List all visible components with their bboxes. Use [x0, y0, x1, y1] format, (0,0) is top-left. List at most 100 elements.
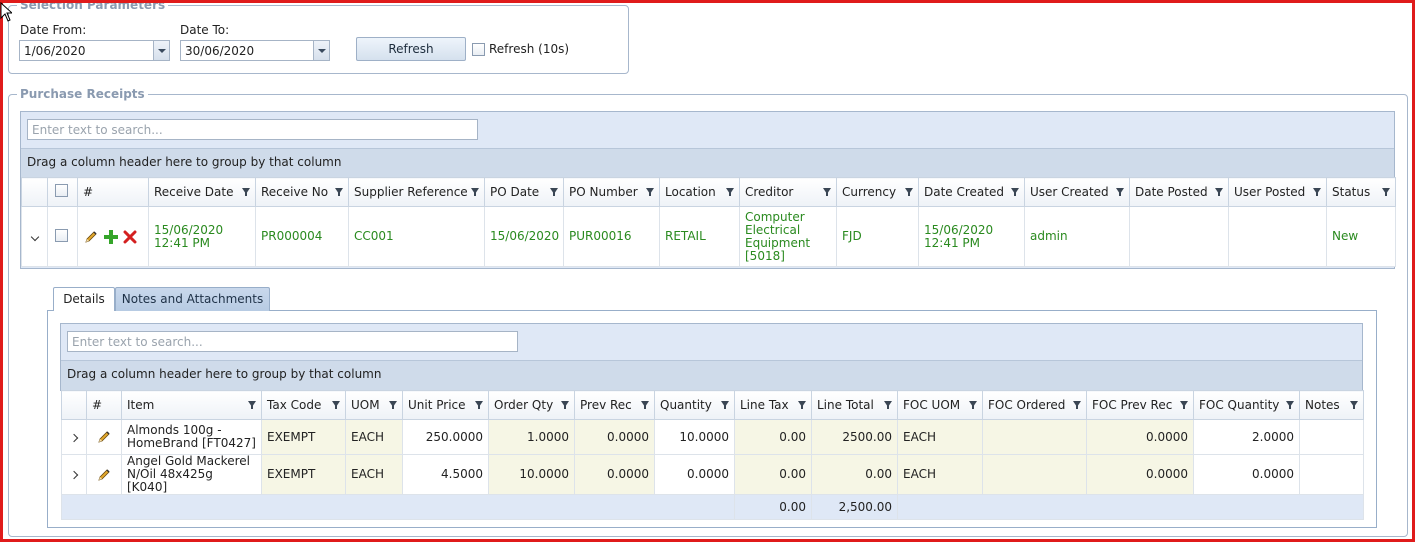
receipts-search-input[interactable]: Enter text to search... [27, 119, 478, 140]
refresh-button[interactable]: Refresh [356, 37, 466, 61]
detail-group-panel[interactable]: Drag a column header here to group by th… [61, 360, 1362, 391]
table-row[interactable]: Angel Gold Mackerel N/Oil 48x425g [K040]… [61, 454, 1364, 495]
column-header[interactable]: Date Posted [1129, 177, 1229, 207]
receipts-group-panel[interactable]: Drag a column header here to group by th… [21, 148, 1394, 178]
collapse-row-toggle[interactable] [21, 206, 48, 267]
pencil-edit-icon[interactable] [83, 229, 99, 245]
uom-cell[interactable]: EACH [345, 419, 403, 455]
chevron-right-icon[interactable] [69, 433, 79, 442]
notes-cell[interactable] [1299, 419, 1364, 455]
pencil-edit-icon[interactable] [96, 429, 112, 445]
filter-icon[interactable] [1116, 188, 1124, 196]
date-to-dropdown-icon[interactable] [313, 41, 329, 60]
order-qty-cell[interactable]: 1.0000 [488, 419, 575, 455]
filter-icon[interactable] [561, 401, 569, 409]
prev-rec-cell[interactable]: 0.0000 [574, 419, 655, 455]
table-row[interactable]: 15/06/2020 12:41 PM PR000004 CC001 15/06… [21, 206, 1396, 267]
date-from-picker[interactable]: 1/06/2020 [19, 40, 170, 61]
row-checkbox[interactable] [55, 228, 68, 242]
filter-icon[interactable] [471, 188, 479, 196]
column-header[interactable]: # [86, 390, 122, 420]
prev-rec-cell[interactable]: 0.0000 [574, 454, 655, 495]
line-total-cell[interactable]: 0.00 [811, 454, 898, 495]
row-edit-cell[interactable] [86, 454, 122, 495]
filter-icon[interactable] [242, 188, 250, 196]
filter-icon[interactable] [905, 188, 913, 196]
column-header[interactable]: User Posted [1228, 177, 1327, 207]
pencil-edit-icon[interactable] [96, 467, 112, 483]
foc-quantity-cell[interactable]: 2.0000 [1193, 419, 1300, 455]
column-header[interactable]: Receive Date [148, 177, 256, 207]
quantity-cell[interactable]: 10.0000 [654, 419, 735, 455]
filter-icon[interactable] [475, 401, 483, 409]
column-header[interactable]: Receive No [255, 177, 349, 207]
filter-icon[interactable] [1215, 188, 1223, 196]
chevron-down-icon[interactable] [30, 232, 40, 242]
detail-search-input[interactable]: Enter text to search... [67, 331, 518, 352]
filter-icon[interactable] [389, 401, 397, 409]
foc-prev-rec-cell[interactable]: 0.0000 [1086, 454, 1194, 495]
column-header[interactable]: FOC Quantity [1193, 390, 1300, 420]
filter-icon[interactable] [1286, 401, 1294, 409]
filter-icon[interactable] [798, 401, 806, 409]
row-select-cell[interactable] [47, 206, 78, 267]
date-from-dropdown-icon[interactable] [153, 41, 169, 60]
column-header[interactable]: FOC Ordered [982, 390, 1087, 420]
filter-icon[interactable] [646, 188, 654, 196]
foc-uom-cell[interactable]: EACH [897, 454, 983, 495]
column-header[interactable]: PO Date [484, 177, 564, 207]
filter-icon[interactable] [1313, 188, 1321, 196]
line-tax-cell[interactable]: 0.00 [734, 454, 812, 495]
foc-ordered-cell[interactable] [982, 454, 1087, 495]
line-total-cell[interactable]: 2500.00 [811, 419, 898, 455]
row-edit-cell[interactable] [86, 419, 122, 455]
foc-prev-rec-cell[interactable]: 0.0000 [1086, 419, 1194, 455]
filter-icon[interactable] [823, 188, 831, 196]
column-header[interactable]: UOM [345, 390, 403, 420]
column-header[interactable]: Prev Rec [574, 390, 655, 420]
column-header[interactable]: User Created [1024, 177, 1130, 207]
quantity-cell[interactable]: 0.0000 [654, 454, 735, 495]
filter-icon[interactable] [1073, 401, 1081, 409]
column-header[interactable]: Line Total [811, 390, 898, 420]
auto-refresh-checkbox[interactable] [472, 43, 485, 56]
filter-icon[interactable] [335, 188, 343, 196]
tab-notes-and-attachments[interactable]: Notes and Attachments [115, 287, 270, 311]
column-header[interactable]: Status [1326, 177, 1396, 207]
filter-icon[interactable] [1180, 401, 1188, 409]
expand-row-toggle[interactable] [61, 454, 87, 495]
tax-code-cell[interactable]: EXEMPT [261, 419, 346, 455]
foc-ordered-cell[interactable] [982, 419, 1087, 455]
column-header[interactable]: # [77, 177, 149, 207]
column-header[interactable]: FOC UOM [897, 390, 983, 420]
filter-icon[interactable] [884, 401, 892, 409]
date-to-picker[interactable]: 30/06/2020 [180, 40, 330, 61]
filter-icon[interactable] [550, 188, 558, 196]
column-header[interactable]: Quantity [654, 390, 735, 420]
column-header[interactable]: Item [121, 390, 262, 420]
column-header[interactable]: PO Number [563, 177, 660, 207]
filter-icon[interactable] [1011, 188, 1019, 196]
foc-uom-cell[interactable]: EACH [897, 419, 983, 455]
foc-quantity-cell[interactable]: 0.0000 [1193, 454, 1300, 495]
add-plus-icon[interactable] [103, 229, 119, 245]
column-header[interactable]: Currency [836, 177, 919, 207]
tax-code-cell[interactable]: EXEMPT [261, 454, 346, 495]
uom-cell[interactable]: EACH [345, 454, 403, 495]
column-header[interactable]: Order Qty [488, 390, 575, 420]
column-header[interactable]: Line Tax [734, 390, 812, 420]
select-all-header[interactable] [47, 177, 78, 207]
delete-x-icon[interactable] [123, 230, 137, 244]
filter-icon[interactable] [1382, 188, 1390, 196]
order-qty-cell[interactable]: 10.0000 [488, 454, 575, 495]
column-header[interactable]: FOC Prev Rec [1086, 390, 1194, 420]
column-header[interactable]: Tax Code [261, 390, 346, 420]
filter-icon[interactable] [332, 401, 340, 409]
chevron-right-icon[interactable] [69, 470, 79, 480]
line-tax-cell[interactable]: 0.00 [734, 419, 812, 455]
expand-row-toggle[interactable] [61, 419, 87, 455]
column-header[interactable]: Location [659, 177, 740, 207]
column-header[interactable]: Notes [1299, 390, 1364, 420]
filter-icon[interactable] [969, 401, 977, 409]
filter-icon[interactable] [641, 401, 649, 409]
